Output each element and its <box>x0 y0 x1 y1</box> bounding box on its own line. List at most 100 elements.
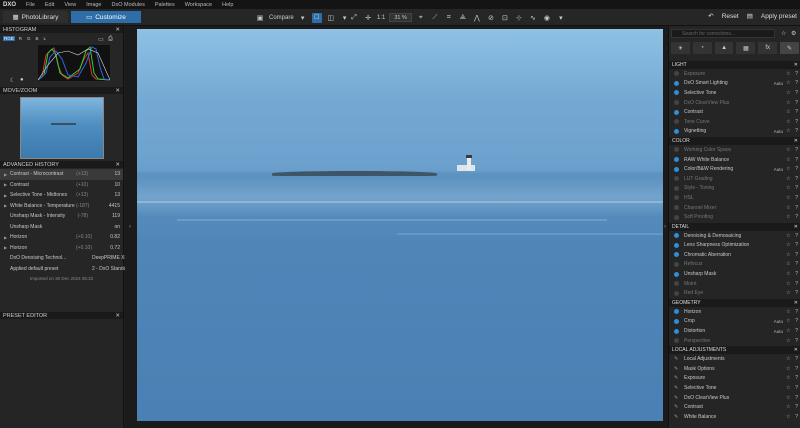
tool-row[interactable]: Unsharp Mask ☆? <box>669 269 800 279</box>
help-icon[interactable]: ? <box>792 195 798 201</box>
print-icon[interactable]: ⎙ <box>108 36 113 43</box>
tool-row[interactable]: Crop Auto ☆? <box>669 317 800 327</box>
navigator-thumbnail[interactable] <box>20 97 104 159</box>
help-icon[interactable]: ? <box>792 385 798 391</box>
tool-row[interactable]: ✎ Exposure ☆? <box>669 374 800 384</box>
toggle-dot-icon[interactable] <box>674 119 679 125</box>
compare-icon[interactable]: ▣ <box>255 13 265 23</box>
history-row[interactable]: ▶ White Balance - Temperature (-187) 4415 <box>0 201 123 212</box>
help-icon[interactable]: ? <box>792 109 798 115</box>
close-icon[interactable]: ✕ <box>115 162 120 168</box>
tool-row[interactable]: Vignetting Auto ☆? <box>669 127 800 137</box>
tool-row[interactable]: ✎ Selective Tone ☆? <box>669 383 800 393</box>
help-icon[interactable]: ? <box>792 242 798 248</box>
tool-row[interactable]: Color/B&W Rendering Auto ☆? <box>669 164 800 174</box>
close-icon[interactable]: ✕ <box>794 300 798 306</box>
help-icon[interactable]: ? <box>792 338 798 344</box>
advanced-history-header[interactable]: ADVANCED HISTORY ✕ <box>0 161 123 168</box>
crop-icon[interactable]: ⌗ <box>444 13 454 23</box>
help-icon[interactable]: ? <box>792 90 798 96</box>
menu-workspace[interactable]: Workspace <box>185 2 212 8</box>
history-row[interactable]: Applied default preset 2 - DxO Standard <box>0 264 131 275</box>
help-icon[interactable]: ? <box>792 328 798 334</box>
help-icon[interactable]: ? <box>792 166 798 172</box>
white-balance-picker-icon[interactable]: ⌖ <box>416 13 426 23</box>
tool-row[interactable]: Chromatic Aberration ☆? <box>669 250 800 260</box>
toggle-dot-icon[interactable] <box>674 176 679 182</box>
apply-preset-button[interactable]: Apply preset <box>761 13 797 20</box>
help-icon[interactable]: ? <box>792 71 798 77</box>
compare-button[interactable]: Compare <box>269 15 294 21</box>
help-icon[interactable]: ? <box>792 128 798 134</box>
toggle-dot-icon[interactable] <box>674 128 679 134</box>
help-icon[interactable]: ? <box>792 205 798 211</box>
toggle-dot-icon[interactable] <box>674 252 679 258</box>
section-header[interactable]: COLOR ✕ <box>669 137 800 146</box>
close-icon[interactable]: ✕ <box>115 27 120 33</box>
channel-b-button[interactable]: B <box>35 36 40 41</box>
single-view-button[interactable]: □ <box>311 12 322 23</box>
tool-row[interactable]: Denoising & Demosaicing ☆? <box>669 231 800 241</box>
straighten-icon[interactable]: ⟋ <box>430 13 440 23</box>
toggle-dot-icon[interactable] <box>674 157 679 163</box>
help-icon[interactable]: ? <box>792 252 798 258</box>
tool-row[interactable]: ✎ White Balance ☆? <box>669 412 800 422</box>
collapse-left-icon[interactable]: ‹ <box>129 224 131 230</box>
help-icon[interactable]: ? <box>792 157 798 163</box>
local-adjustments-icon[interactable]: ⊹ <box>514 13 524 23</box>
toggle-dot-icon[interactable] <box>674 147 679 153</box>
history-row[interactable]: ▶ Contrast - Microcontrast (+13) 13 <box>0 169 123 180</box>
toggle-dot-icon[interactable] <box>674 328 679 334</box>
tool-row[interactable]: Soft Proofing ☆? <box>669 212 800 222</box>
tool-row[interactable]: Contrast ☆? <box>669 107 800 117</box>
toggle-dot-icon[interactable] <box>674 309 679 315</box>
tool-row[interactable]: Distortion Auto ☆? <box>669 326 800 336</box>
one-to-one-button[interactable]: 1:1 <box>377 15 385 21</box>
local-tab-icon[interactable]: ✎ <box>780 42 799 54</box>
section-header[interactable]: DETAIL ✕ <box>669 222 800 231</box>
help-icon[interactable]: ? <box>792 375 798 381</box>
channel-rgb-button[interactable]: RGB <box>3 36 15 41</box>
auto-button[interactable]: Auto <box>769 167 783 172</box>
toggle-dot-icon[interactable] <box>674 109 679 115</box>
repair-icon[interactable]: ⊘ <box>486 13 496 23</box>
tool-row[interactable]: Red Eye ☆? <box>669 288 800 298</box>
toggle-dot-icon[interactable] <box>674 318 679 324</box>
help-icon[interactable]: ? <box>792 366 798 372</box>
help-icon[interactable]: ? <box>792 100 798 106</box>
monitor-icon[interactable]: ▭ <box>98 36 104 43</box>
help-icon[interactable]: ? <box>792 271 798 277</box>
help-icon[interactable]: ? <box>792 185 798 191</box>
eye-icon[interactable]: ◉ <box>542 13 552 23</box>
channel-r-button[interactable]: R <box>18 36 23 41</box>
toggle-dot-icon[interactable] <box>674 100 679 106</box>
toggle-dot-icon[interactable] <box>674 290 679 296</box>
histogram-header[interactable]: HISTOGRAM ✕ <box>0 26 123 33</box>
close-icon[interactable]: ✕ <box>794 347 798 353</box>
detail-tab-icon[interactable]: ▲ <box>714 42 734 54</box>
move-icon[interactable]: ✛ <box>363 13 373 23</box>
tool-row[interactable]: RAW White Balance ☆? <box>669 155 800 165</box>
tool-row[interactable]: ✎ Contrast ☆? <box>669 402 800 412</box>
toggle-dot-icon[interactable] <box>674 90 679 96</box>
auto-button[interactable]: Auto <box>769 329 783 334</box>
close-icon[interactable]: ✕ <box>794 138 798 144</box>
help-icon[interactable]: ? <box>792 147 798 153</box>
split-view-button[interactable]: ◫ <box>326 13 336 23</box>
toggle-dot-icon[interactable] <box>674 185 679 191</box>
tool-row[interactable]: HSL ☆? <box>669 193 800 203</box>
auto-button[interactable]: Auto <box>769 129 783 134</box>
menu-view[interactable]: View <box>64 2 76 8</box>
tool-row[interactable]: Exposure ☆? <box>669 69 800 79</box>
tool-row[interactable]: Lens Sharpness Optimization ☆? <box>669 241 800 251</box>
tool-row[interactable]: LUT Grading ☆? <box>669 174 800 184</box>
star-icon[interactable]: ☆ <box>781 30 786 37</box>
help-icon[interactable]: ? <box>792 119 798 125</box>
toggle-dot-icon[interactable] <box>674 281 679 287</box>
history-row[interactable]: ▶ Horizon (+0.10) 0.82 <box>0 232 123 243</box>
help-icon[interactable]: ? <box>792 395 798 401</box>
toggle-dot-icon[interactable] <box>674 233 679 239</box>
help-icon[interactable]: ? <box>792 80 798 86</box>
toggle-dot-icon[interactable] <box>674 195 679 201</box>
help-icon[interactable]: ? <box>792 404 798 410</box>
